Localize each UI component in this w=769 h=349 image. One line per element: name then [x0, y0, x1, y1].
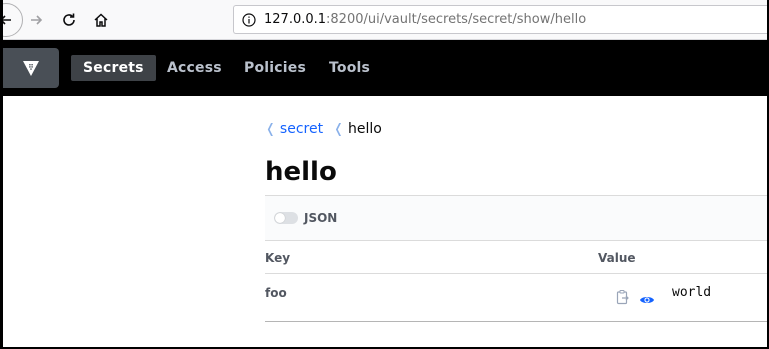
column-header-key: Key: [265, 251, 291, 265]
forward-arrow-icon: [31, 15, 43, 25]
vault-logo-icon[interactable]: [3, 48, 59, 88]
breadcrumb-current: hello: [347, 121, 382, 137]
url-text: 127.0.0.1:8200/ui/vault/secrets/secret/s…: [264, 12, 586, 27]
nav-tools[interactable]: Tools: [317, 55, 382, 81]
back-arrow-icon: [3, 15, 11, 25]
url-host: 127.0.0.1: [264, 12, 327, 27]
json-toggle[interactable]: [274, 212, 298, 224]
table-row: foo world: [265, 274, 767, 322]
nav-secrets[interactable]: Secrets: [71, 55, 156, 81]
table-header: Key Value: [265, 242, 767, 274]
url-path: :8200/ui/vault/secrets/secret/show/hello: [326, 12, 587, 27]
window: 127.0.0.1:8200/ui/vault/secrets/secret/s…: [3, 0, 767, 347]
vault-nav: Secrets Access Policies Tools: [3, 40, 767, 96]
secret-value: world: [672, 285, 712, 300]
back-button[interactable]: [3, 3, 23, 37]
breadcrumb-item-secret[interactable]: ❬ secret: [265, 121, 323, 137]
breadcrumb-link-secret[interactable]: secret: [280, 121, 323, 137]
eye-icon[interactable]: [639, 291, 655, 303]
json-toolbar: JSON: [265, 195, 767, 241]
breadcrumb-separator-icon: ❬: [333, 121, 344, 137]
column-header-value: Value: [598, 251, 636, 265]
home-icon: [94, 13, 108, 27]
url-bar[interactable]: 127.0.0.1:8200/ui/vault/secrets/secret/s…: [233, 5, 767, 34]
browser-toolbar: 127.0.0.1:8200/ui/vault/secrets/secret/s…: [3, 0, 767, 40]
reload-icon: [63, 13, 75, 26]
reload-button[interactable]: [55, 6, 83, 34]
toggle-knob: [275, 213, 285, 223]
breadcrumb-separator-icon: ❬: [265, 121, 276, 137]
nav-access[interactable]: Access: [155, 55, 234, 81]
info-icon[interactable]: [234, 5, 264, 34]
home-button[interactable]: [87, 6, 115, 34]
json-toggle-label[interactable]: JSON: [304, 211, 337, 225]
secret-key: foo: [265, 286, 287, 300]
copy-icon[interactable]: [616, 289, 630, 305]
nav-policies[interactable]: Policies: [232, 55, 318, 81]
forward-button[interactable]: [22, 6, 50, 34]
page-title: hello: [265, 157, 337, 187]
breadcrumb: ❬ secret ❬ hello: [265, 119, 392, 139]
breadcrumb-item-current: ❬ hello: [333, 121, 382, 137]
